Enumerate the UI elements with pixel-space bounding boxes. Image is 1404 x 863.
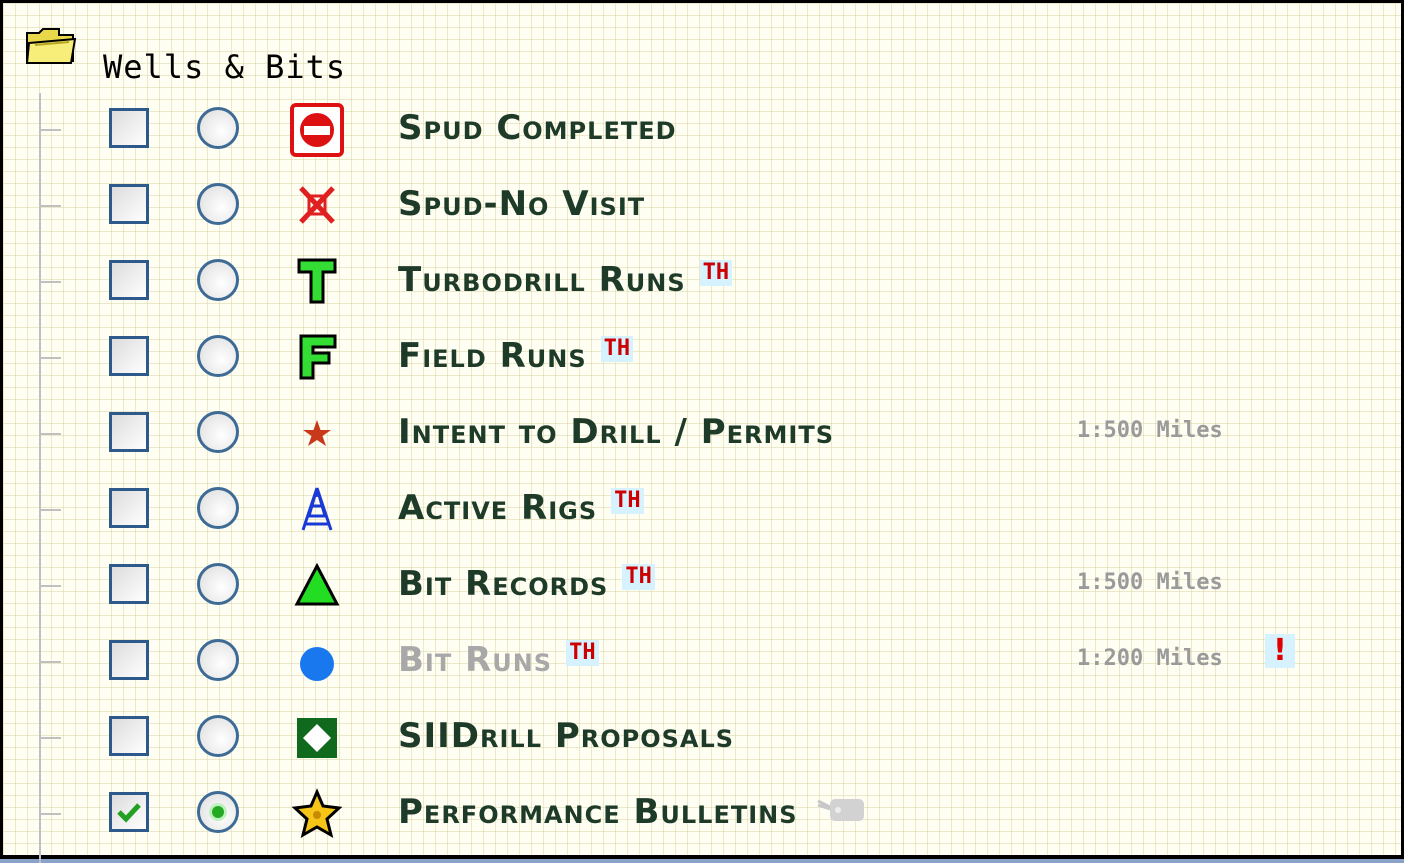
tree-connector (39, 813, 61, 815)
x-mark-icon (289, 178, 345, 234)
layer-panel: Wells & Bits Spud Completed Spud-No Visit… (0, 0, 1404, 863)
th-badge: TH (622, 564, 655, 590)
th-badge: TH (611, 488, 644, 514)
layer-active-radio[interactable] (197, 639, 239, 681)
layer-label-text: Active Rigs (398, 488, 598, 528)
layer-label-text: Spud-No Visit (398, 184, 646, 224)
tree-connector (39, 129, 61, 131)
layer-visibility-checkbox[interactable] (109, 792, 149, 832)
stop-sign-icon (289, 102, 345, 158)
layer-visibility-checkbox[interactable] (109, 336, 149, 376)
green-triangle-icon (289, 558, 345, 614)
layer-label[interactable]: Spud Completed (398, 106, 677, 150)
tag-icon[interactable] (816, 792, 868, 836)
layer-row: Performance Bulletins (3, 776, 1404, 852)
tree-connector (39, 281, 61, 283)
scale-threshold-text: 1:500 Miles (1077, 570, 1223, 595)
layer-label-text: Intent to Drill / Permits (398, 412, 834, 452)
layer-active-radio[interactable] (197, 563, 239, 605)
layer-label[interactable]: Bit Records TH (398, 562, 655, 606)
layer-label[interactable]: Field Runs TH (398, 334, 634, 378)
layer-label-text: Field Runs (398, 336, 587, 376)
scale-threshold-text: 1:500 Miles (1077, 418, 1223, 443)
tree-connector (39, 205, 61, 207)
layer-active-radio[interactable] (197, 259, 239, 301)
layer-label-text: Spud Completed (398, 108, 677, 148)
warning-icon[interactable]: ! (1265, 634, 1295, 668)
layer-row: Turbodrill Runs TH (3, 244, 1404, 320)
group-title: Wells & Bits (103, 48, 347, 86)
layer-active-radio[interactable] (197, 411, 239, 453)
layer-active-radio[interactable] (197, 487, 239, 529)
layer-visibility-checkbox[interactable] (109, 260, 149, 300)
layer-visibility-checkbox[interactable] (109, 412, 149, 452)
layer-visibility-checkbox[interactable] (109, 716, 149, 756)
tree-connector (39, 509, 61, 511)
layer-row: Spud-No Visit (3, 168, 1404, 244)
layer-active-radio[interactable] (197, 107, 239, 149)
layer-row: Bit Records TH 1:500 Miles (3, 548, 1404, 624)
layer-visibility-checkbox[interactable] (109, 108, 149, 148)
th-badge: TH (600, 336, 634, 362)
layer-active-radio[interactable] (197, 715, 239, 757)
layer-label-text: SIIDrill Proposals (398, 716, 735, 756)
layer-row: SIIDrill Proposals (3, 700, 1404, 776)
layer-visibility-checkbox[interactable] (109, 184, 149, 224)
layer-visibility-checkbox[interactable] (109, 640, 149, 680)
layer-row: Field Runs TH (3, 320, 1404, 396)
folder-open-icon[interactable] (25, 25, 77, 67)
layer-label-text: Bit Runs (398, 640, 553, 680)
layer-label[interactable]: SIIDrill Proposals (398, 714, 734, 758)
layer-label[interactable]: Bit Runs TH (398, 638, 599, 682)
tree-connector (39, 433, 61, 435)
diamond-square-icon (289, 710, 345, 766)
letter-f-icon (289, 330, 345, 386)
tree-connector (39, 357, 61, 359)
th-badge: TH (566, 640, 599, 666)
th-badge: TH (699, 260, 733, 286)
layer-label[interactable]: Performance Bulletins (398, 790, 868, 836)
rig-tower-icon (289, 482, 345, 538)
layer-label[interactable]: Turbodrill Runs TH (398, 258, 733, 302)
layer-label[interactable]: Spud-No Visit (398, 182, 645, 226)
layer-label[interactable]: Active Rigs TH (398, 486, 644, 530)
gold-star-icon (289, 786, 345, 842)
layer-active-radio[interactable] (197, 791, 239, 833)
checkmark-icon (117, 803, 141, 823)
radio-selected-dot (212, 806, 224, 818)
scale-threshold-text: 1:200 Miles (1077, 646, 1223, 671)
tree-connector (39, 585, 61, 587)
layer-label-text: Performance Bulletins (398, 792, 798, 832)
layer-visibility-checkbox[interactable] (109, 488, 149, 528)
layer-row: Intent to Drill / Permits 1:500 Miles (3, 396, 1404, 472)
layer-row: Spud Completed (3, 92, 1404, 168)
layer-active-radio[interactable] (197, 335, 239, 377)
tree-connector (39, 737, 61, 739)
letter-t-icon (289, 254, 345, 310)
blue-circle-icon (289, 634, 345, 690)
star-small-icon (289, 406, 345, 462)
layer-label-text: Turbodrill Runs (398, 260, 686, 300)
layer-row: Bit Runs TH 1:200 Miles! (3, 624, 1404, 700)
layer-label[interactable]: Intent to Drill / Permits (398, 410, 834, 454)
layer-visibility-checkbox[interactable] (109, 564, 149, 604)
layer-active-radio[interactable] (197, 183, 239, 225)
layer-label-text: Bit Records (398, 564, 609, 604)
tree-connector (39, 661, 61, 663)
layer-row: Active Rigs TH (3, 472, 1404, 548)
